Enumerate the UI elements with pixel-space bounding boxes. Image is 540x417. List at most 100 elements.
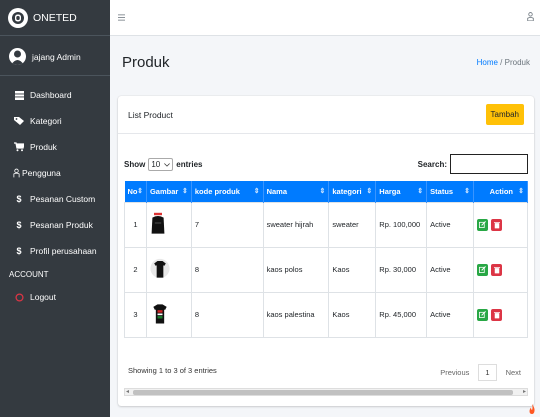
user-panel[interactable]: jajang Admin	[0, 38, 110, 76]
dollar-icon: $	[16, 194, 22, 204]
datatable-toolbar: Show 10 entries Search:	[124, 154, 528, 174]
cell-kategori: Kaos	[328, 246, 377, 293]
cell-kategori: sweater	[328, 201, 377, 248]
cell-no: 1	[124, 201, 147, 248]
column-header-label: kategori	[332, 186, 362, 196]
cell-action	[473, 201, 528, 248]
delete-button[interactable]	[491, 308, 503, 321]
cell-no: 2	[124, 246, 147, 293]
sidebar-item-logout[interactable]: Logout	[0, 284, 110, 310]
show-entries: Show 10 entries	[124, 157, 203, 171]
cell-status: Active	[426, 201, 475, 248]
trash-icon	[493, 311, 500, 318]
top-navbar	[110, 0, 540, 36]
sidebar-item-produk[interactable]: Produk	[0, 134, 110, 160]
page-title: Produk	[122, 53, 170, 71]
column-header-nama[interactable]: Nama ⇕	[263, 181, 330, 202]
column-header-harga[interactable]: Harga ⇕	[375, 181, 428, 202]
sidebar-item-pesanan-produk[interactable]: $ Pesanan Produk	[0, 212, 110, 238]
sidebar-item-label: Dashboard	[30, 90, 72, 100]
sort-icon: ⇕	[464, 188, 471, 196]
scrollbar-thumb[interactable]	[133, 390, 513, 395]
table-icon	[13, 89, 25, 101]
cart-icon	[13, 141, 25, 153]
table-row: 1 7 sweater hijrah sweater Rp. 100,000 A…	[124, 201, 528, 248]
entries-select-value: 10	[151, 159, 161, 169]
cell-nama: kaos palestina	[262, 291, 330, 338]
black-tshirt-image	[150, 258, 170, 283]
sidebar-item-label: Kategori	[30, 116, 62, 126]
table-row: 2 8 kaos polos Kaos Rp. 30,000 Active	[124, 246, 528, 293]
pagination-next[interactable]: Next	[501, 365, 526, 380]
sidebar-item-kategori[interactable]: Kategori	[0, 108, 110, 134]
brand-logo-icon	[8, 7, 28, 28]
content-header: Produk Home / Produk	[110, 36, 540, 88]
sidebar-nav: Dashboard Kategori Produk Pengguna $ Pes…	[0, 82, 110, 310]
flame-icon	[528, 404, 536, 414]
sort-icon: ⇕	[182, 188, 188, 196]
avatar	[9, 48, 26, 65]
column-header-gambar[interactable]: Gambar ⇕	[146, 181, 192, 202]
cell-nama: sweater hijrah	[262, 201, 330, 248]
scroll-left-icon[interactable]: ◂	[126, 388, 129, 395]
scroll-right-icon[interactable]: ▸	[523, 388, 526, 395]
user-menu-icon[interactable]	[527, 12, 534, 23]
row-actions	[477, 218, 524, 231]
delete-button[interactable]	[491, 263, 503, 276]
menu-toggle-icon[interactable]	[118, 12, 125, 24]
chevron-down-icon	[164, 160, 171, 169]
product-card: List Product Tambah Show 10 entries Sear…	[118, 96, 534, 406]
cell-status: Active	[426, 291, 475, 338]
cell-no: 3	[124, 291, 147, 338]
user-name: jajang Admin	[32, 51, 81, 62]
search-input[interactable]	[450, 154, 528, 174]
edit-icon	[479, 221, 486, 228]
edit-button[interactable]	[477, 218, 489, 231]
cell-harga: Rp. 45,000	[375, 291, 428, 338]
sidebar-item-label: Profil perusahaan	[30, 246, 97, 256]
delete-button[interactable]	[491, 218, 503, 231]
sort-icon: ⇕	[366, 188, 373, 196]
horizontal-scrollbar[interactable]: ◂ ▸	[124, 388, 528, 396]
sidebar-item-pengguna[interactable]: Pengguna	[0, 160, 110, 186]
column-header-action[interactable]: Action ⇕	[473, 181, 528, 202]
search-label: Search:	[417, 159, 447, 169]
tag-icon	[13, 115, 25, 127]
cell-harga: Rp. 100,000	[375, 201, 428, 248]
edit-button[interactable]	[477, 263, 489, 276]
add-product-button[interactable]: Tambah	[485, 104, 524, 125]
sort-icon: ⇕	[253, 188, 260, 196]
cell-action	[473, 246, 528, 293]
sidebar-item-pesanan-custom[interactable]: $ Pesanan Custom	[0, 186, 110, 212]
column-header-no[interactable]: No ⇕	[124, 181, 147, 202]
cell-nama: kaos polos	[262, 246, 330, 293]
row-actions	[477, 308, 524, 321]
edit-icon	[479, 311, 486, 318]
pagination-previous[interactable]: Previous	[435, 365, 474, 380]
column-header-status[interactable]: Status ⇕	[426, 181, 475, 202]
sort-icon: ⇕	[417, 188, 424, 196]
column-header-kode-produk[interactable]: kode produk ⇕	[191, 181, 264, 202]
entries-label: entries	[176, 159, 203, 169]
brand-link[interactable]: ONETED	[0, 0, 110, 36]
sidebar-item-dashboard[interactable]: Dashboard	[0, 82, 110, 108]
breadcrumb-current: Produk	[504, 57, 530, 67]
brand-name: ONETED	[33, 11, 77, 24]
breadcrumb-separator: /	[500, 57, 503, 67]
column-header-label: kode produk	[194, 186, 240, 196]
entries-select[interactable]: 10	[148, 157, 174, 171]
column-header-label: Status	[430, 186, 454, 196]
pagination-page[interactable]: 1	[478, 364, 497, 381]
edit-icon	[479, 266, 486, 273]
sidebar-item-profil-perusahaan[interactable]: $ Profil perusahaan	[0, 238, 110, 264]
table-header-row: No ⇕ Gambar ⇕ kode produk ⇕ Nama ⇕ kategori ⇕…	[124, 181, 528, 202]
row-actions	[477, 263, 524, 276]
column-header-kategori[interactable]: kategori ⇕	[328, 181, 377, 202]
product-table: No ⇕ Gambar ⇕ kode produk ⇕ Nama ⇕ kategori ⇕…	[124, 181, 528, 338]
user-icon	[12, 167, 20, 179]
cell-gambar	[145, 201, 192, 248]
breadcrumb-home-link[interactable]: Home	[477, 58, 498, 67]
edit-button[interactable]	[477, 308, 489, 321]
dollar-icon: $	[16, 220, 22, 230]
column-header-label: Harga	[379, 186, 401, 196]
